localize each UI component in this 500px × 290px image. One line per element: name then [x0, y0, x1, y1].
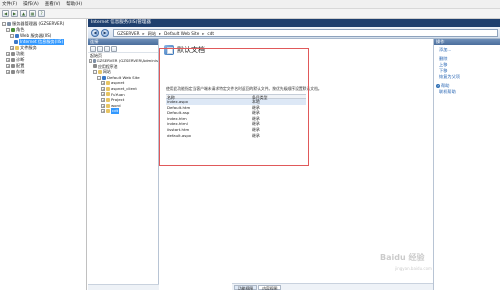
- action-label: 上移: [439, 62, 448, 67]
- column-name-header[interactable]: 名称: [166, 95, 251, 100]
- expand-icon[interactable]: +: [6, 70, 10, 74]
- collapse-icon[interactable]: -: [89, 58, 93, 63]
- connections-footer: [88, 284, 159, 290]
- help-icon: ?: [436, 84, 440, 88]
- folder-icon: [106, 86, 110, 91]
- expand-icon[interactable]: +: [101, 92, 105, 97]
- gear-icon: [11, 70, 15, 74]
- site-tree-label: cdt: [111, 108, 120, 114]
- outer-toolbar: ◀ ▶ ▲ ▦ ?: [0, 9, 500, 19]
- server-tree-label: 存储: [16, 69, 25, 74]
- menu-file[interactable]: 文件(F): [2, 1, 17, 7]
- expand-icon[interactable]: +: [101, 109, 105, 114]
- outer-menubar: 文件(F) 操作(A) 查看(V) 帮助(H): [0, 0, 500, 9]
- folder-icon: [98, 69, 102, 74]
- action-label: 删除: [439, 56, 448, 61]
- gear-icon: [11, 64, 15, 68]
- iis-manager-window: Internet 信息服务(IIS)管理器 ◀ ▶ GZSERVER ▸ 网站 …: [88, 19, 500, 290]
- connections-panel: 连接 起始页 - GZSERVER (GZSERVER\Adminis 应用程序池 -…: [88, 39, 159, 290]
- action-label: 添加...: [439, 47, 452, 52]
- expand-icon[interactable]: +: [101, 97, 105, 102]
- action-link[interactable]: 联机帮助: [434, 89, 500, 95]
- back-icon[interactable]: ◀: [91, 28, 99, 37]
- actions-panel: 操作 添加... 删除 上移 下移 恢复为父项? 帮助 联机帮助: [433, 39, 500, 290]
- tab-features-view[interactable]: 功能视图: [234, 285, 258, 290]
- folder-icon: [106, 81, 110, 86]
- gear-icon: [11, 58, 15, 62]
- address-bar: ◀ ▶ GZSERVER ▸ 网站 ▸ Default Web Site ▸ c…: [88, 27, 500, 39]
- connections-tree: - GZSERVER (GZSERVER\Adminis 应用程序池 - 网站 - Defa…: [88, 58, 158, 114]
- breadcrumb-cdt[interactable]: cdt: [207, 30, 214, 36]
- action-label: 恢复为父项: [439, 74, 460, 79]
- action-label: 下移: [439, 68, 448, 73]
- entry-type-cell: 继承: [252, 132, 260, 138]
- server-tree-item[interactable]: + 存储: [2, 69, 84, 75]
- watermark: Baidu 经验: [380, 253, 425, 262]
- menu-view[interactable]: 查看(V): [45, 1, 61, 7]
- watermark-url: jingyan.baidu.com: [395, 266, 432, 271]
- role-icon: [11, 28, 15, 32]
- column-type-header[interactable]: 条目类型: [251, 95, 301, 100]
- breadcrumb-default-site[interactable]: Default Web Site: [164, 30, 199, 36]
- folder-icon: [15, 46, 19, 50]
- breadcrumb-sites[interactable]: 网站: [148, 30, 156, 36]
- menu-help[interactable]: 帮助(H): [66, 1, 82, 7]
- gear-icon: [11, 52, 15, 56]
- server-icon: [7, 22, 11, 26]
- forward-arrow-icon[interactable]: ▶: [11, 10, 18, 17]
- site-tree-item[interactable]: + cdt: [89, 108, 158, 114]
- forward-icon[interactable]: ▶: [101, 28, 109, 37]
- gear-icon: [93, 64, 97, 69]
- disconnect-icon[interactable]: [111, 45, 117, 52]
- folder-icon: [106, 97, 110, 102]
- expand-icon[interactable]: +: [6, 52, 10, 56]
- connect-icon[interactable]: [90, 45, 96, 52]
- breadcrumb[interactable]: GZSERVER ▸ 网站 ▸ Default Web Site ▸ cdt: [113, 28, 498, 37]
- expand-icon[interactable]: +: [6, 64, 10, 68]
- feature-heading: 默认文档: [164, 45, 205, 55]
- save-icon[interactable]: [97, 45, 103, 52]
- folder-icon: [106, 92, 110, 97]
- chevron-right-icon: ▸: [159, 30, 162, 36]
- iis-icon: [102, 75, 106, 80]
- refresh-icon[interactable]: [104, 45, 110, 52]
- default-document-icon: [164, 45, 174, 55]
- table-row[interactable]: default.aspx 继承: [166, 133, 306, 139]
- show-hide-tree-icon[interactable]: ▦: [29, 10, 36, 17]
- back-arrow-icon[interactable]: ◀: [2, 10, 9, 17]
- document-name-cell: default.aspx: [167, 132, 192, 138]
- connections-toolbar: [88, 45, 158, 53]
- chevron-right-icon: ▸: [142, 30, 145, 36]
- iis-manager-title: Internet 信息服务(IIS)管理器: [88, 19, 500, 27]
- folder-icon: [106, 103, 110, 108]
- help-icon[interactable]: ?: [38, 10, 45, 17]
- expand-icon[interactable]: +: [6, 58, 10, 62]
- collapse-icon[interactable]: -: [10, 34, 14, 38]
- expand-icon[interactable]: +: [101, 86, 105, 91]
- chevron-right-icon: ▸: [202, 30, 205, 36]
- iis-icon: [15, 34, 19, 38]
- feature-title: 默认文档: [177, 46, 205, 54]
- iis-icon: [14, 40, 18, 44]
- server-icon: [93, 58, 96, 63]
- up-folder-icon[interactable]: ▲: [20, 10, 27, 17]
- menu-action[interactable]: 操作(A): [23, 1, 39, 7]
- collapse-icon[interactable]: -: [97, 75, 101, 80]
- expand-icon[interactable]: +: [10, 46, 14, 50]
- feature-description: 使用此功能指定当客户端未请求特定文件名时返回的默认文件。按优先级顺序设置默认文档…: [166, 86, 322, 91]
- expand-icon[interactable]: +: [101, 81, 105, 86]
- collapse-icon[interactable]: -: [6, 28, 10, 32]
- collapse-icon[interactable]: -: [93, 69, 97, 74]
- action-label: 联机帮助: [439, 89, 456, 94]
- default-document-table: 名称 条目类型 index.aspx 本地 Default.htm 继承 Default…: [166, 94, 306, 138]
- collapse-icon[interactable]: -: [2, 22, 6, 26]
- folder-icon: [106, 109, 110, 114]
- expand-icon[interactable]: +: [101, 103, 105, 108]
- breadcrumb-server[interactable]: GZSERVER: [117, 30, 140, 36]
- server-manager-tree: - 服务器管理器 (GZSERVER) - 角色 - Web 服务器(IIS) Intern…: [0, 19, 87, 290]
- tab-content-view[interactable]: 内容视图: [258, 285, 282, 290]
